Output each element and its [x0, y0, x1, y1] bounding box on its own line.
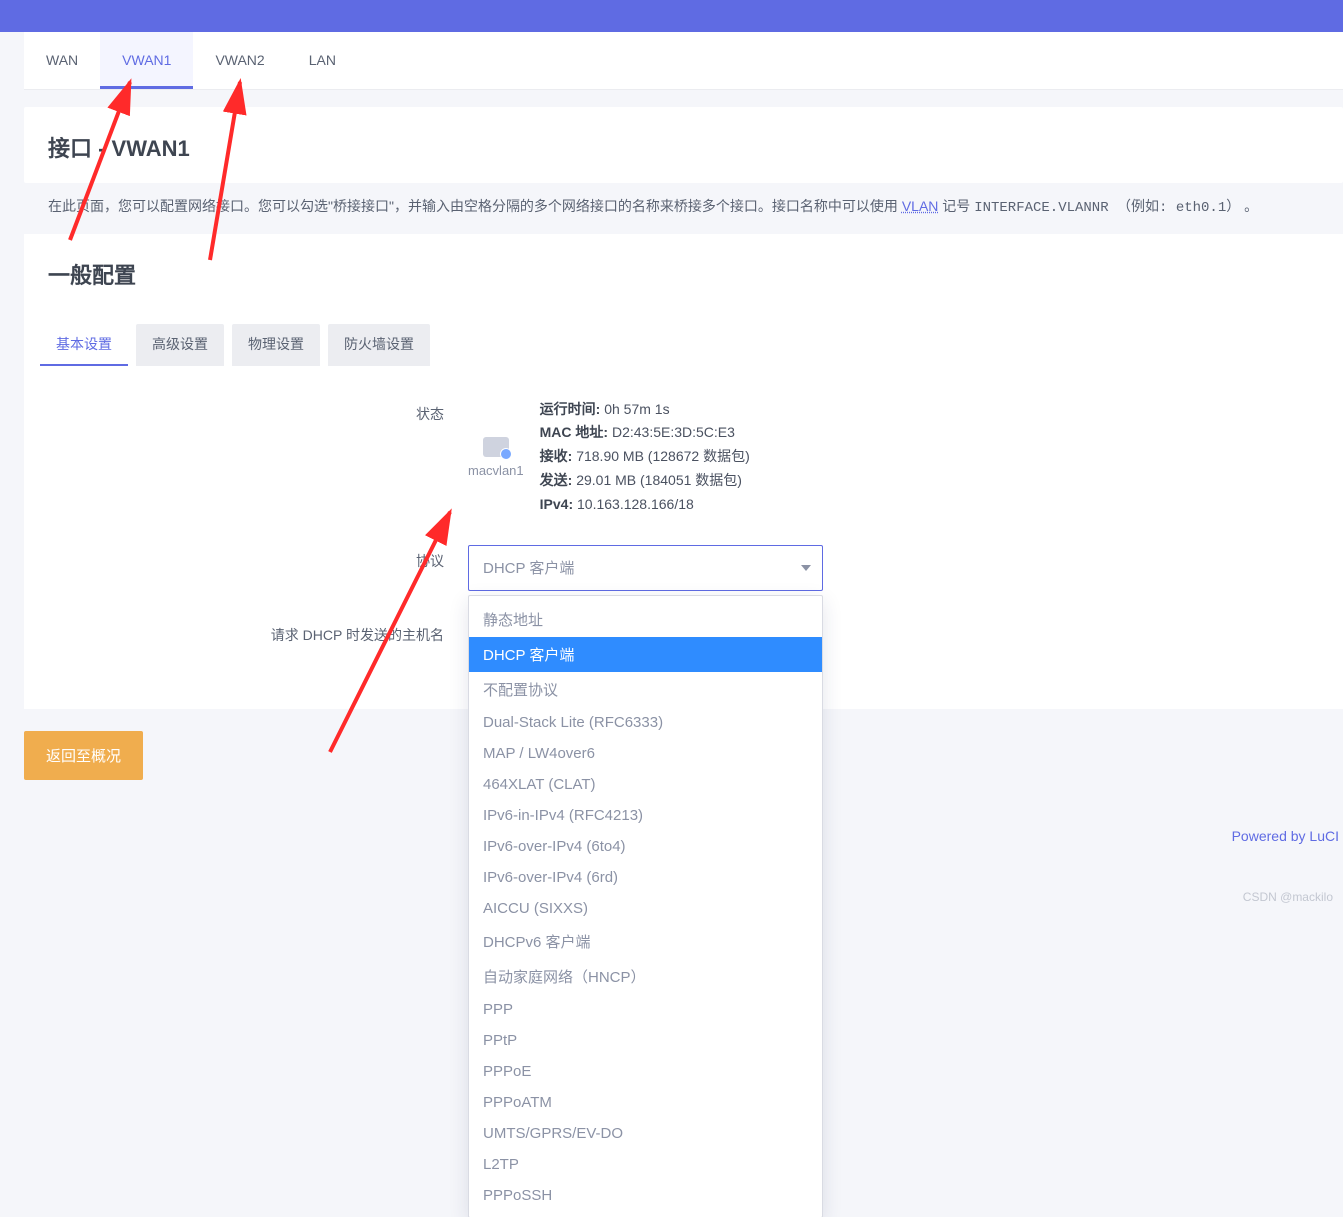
- label-protocol: 协议: [48, 545, 468, 571]
- status-kv: 运行时间: 0h 57m 1s MAC 地址: D2:43:5E:3D:5C:E…: [540, 398, 750, 517]
- section-title: 一般配置: [24, 234, 1343, 310]
- back-to-overview-button[interactable]: 返回至概况: [24, 731, 143, 780]
- subtab-0[interactable]: 基本设置: [40, 324, 128, 366]
- vlan-term[interactable]: VLAN: [902, 198, 939, 214]
- macvlan-icon: [483, 437, 509, 457]
- protocol-option[interactable]: Dual-Stack Lite (RFC6333): [469, 707, 822, 738]
- kv-mac-v: D2:43:5E:3D:5C:E3: [612, 424, 735, 440]
- desc-part2: 记号: [942, 198, 974, 214]
- interface-title-panel: 接口 - VWAN1: [24, 107, 1343, 183]
- protocol-option[interactable]: L2TP: [469, 1149, 822, 1180]
- tab-vwan1[interactable]: VWAN1: [100, 32, 193, 89]
- kv-tx-v: 29.01 MB (184051 数据包): [576, 472, 742, 488]
- app-topbar: [0, 0, 1343, 32]
- tab-wan[interactable]: WAN: [24, 32, 100, 89]
- label-status: 状态: [48, 398, 468, 424]
- interface-tabs: WANVWAN1VWAN2LAN: [24, 32, 1343, 89]
- protocol-option[interactable]: UMTS/GPRS/EV-DO: [469, 1118, 822, 1149]
- protocol-option[interactable]: 自动家庭网络（HNCP）: [469, 959, 822, 994]
- kv-tx-k: 发送:: [540, 472, 573, 488]
- kv-ip-k: IPv4:: [540, 496, 573, 512]
- page-description: 在此页面，您可以配置网络接口。您可以勾选"桥接接口"，并输入由空格分隔的多个网络…: [24, 183, 1343, 226]
- protocol-option[interactable]: 464XLAT (CLAT): [469, 769, 822, 800]
- tab-vwan2[interactable]: VWAN2: [193, 32, 286, 89]
- general-config-panel: 一般配置 基本设置高级设置物理设置防火墙设置 状态 macvlan1 运行时间:…: [24, 234, 1343, 709]
- tab-lan[interactable]: LAN: [287, 32, 358, 89]
- protocol-option[interactable]: DHCPv6 客户端: [469, 924, 822, 959]
- protocol-option[interactable]: PPPoE: [469, 1056, 822, 1087]
- protocol-option[interactable]: IPv6-over-IPv4 (6rd): [469, 862, 822, 893]
- config-subtabs: 基本设置高级设置物理设置防火墙设置: [24, 310, 1343, 366]
- kv-ip-v: 10.163.128.166/18: [577, 496, 694, 512]
- protocol-option[interactable]: MAP / LW4over6: [469, 738, 822, 769]
- interface-icon-box: macvlan1: [468, 437, 524, 478]
- protocol-select[interactable]: DHCP 客户端: [468, 545, 823, 591]
- page-title: 接口 - VWAN1: [24, 107, 1343, 183]
- subtab-2[interactable]: 物理设置: [232, 324, 320, 366]
- label-hostname: 请求 DHCP 时发送的主机名: [48, 619, 468, 645]
- kv-rx-k: 接收:: [540, 448, 573, 464]
- config-form: 状态 macvlan1 运行时间: 0h 57m 1s MAC 地址: D2:4…: [24, 366, 1343, 709]
- protocol-option[interactable]: PPtP: [469, 1025, 822, 1056]
- row-protocol: 协议 DHCP 客户端 静态地址DHCP 客户端不配置协议Dual-Stack …: [48, 531, 1319, 605]
- protocol-option[interactable]: DHCP 客户端: [469, 637, 822, 672]
- kv-mac-k: MAC 地址:: [540, 424, 608, 440]
- desc-part1: 在此页面，您可以配置网络接口。您可以勾选"桥接接口"，并输入由空格分隔的多个网络…: [48, 198, 902, 214]
- row-status: 状态 macvlan1 运行时间: 0h 57m 1s MAC 地址: D2:4…: [48, 384, 1319, 531]
- protocol-option[interactable]: AICCU (SIXXS): [469, 893, 822, 924]
- protocol-option[interactable]: 不配置协议: [469, 672, 822, 707]
- kv-uptime-k: 运行时间:: [540, 401, 601, 417]
- protocol-option[interactable]: PPPoSSH: [469, 1180, 822, 1211]
- kv-uptime-v: 0h 57m 1s: [604, 401, 669, 417]
- protocol-option[interactable]: 静态地址: [469, 602, 822, 637]
- chevron-down-icon: [801, 565, 811, 571]
- desc-mono: INTERFACE.VLANNR （例如: eth0.1）: [974, 200, 1240, 216]
- kv-rx-v: 718.90 MB (128672 数据包): [576, 448, 750, 464]
- interface-name: macvlan1: [468, 463, 524, 478]
- protocol-dropdown: 静态地址DHCP 客户端不配置协议Dual-Stack Lite (RFC633…: [468, 595, 823, 1217]
- protocol-option[interactable]: IPv6-over-IPv4 (6to4): [469, 831, 822, 862]
- protocol-option[interactable]: IPv6-in-IPv4 (RFC4213): [469, 800, 822, 831]
- subtab-3[interactable]: 防火墙设置: [328, 324, 430, 366]
- subtab-1[interactable]: 高级设置: [136, 324, 224, 366]
- protocol-select-value: DHCP 客户端: [483, 557, 574, 578]
- protocol-option[interactable]: PPP: [469, 994, 822, 1025]
- protocol-option[interactable]: PPPoATM: [469, 1087, 822, 1118]
- desc-part3: 。: [1244, 198, 1258, 214]
